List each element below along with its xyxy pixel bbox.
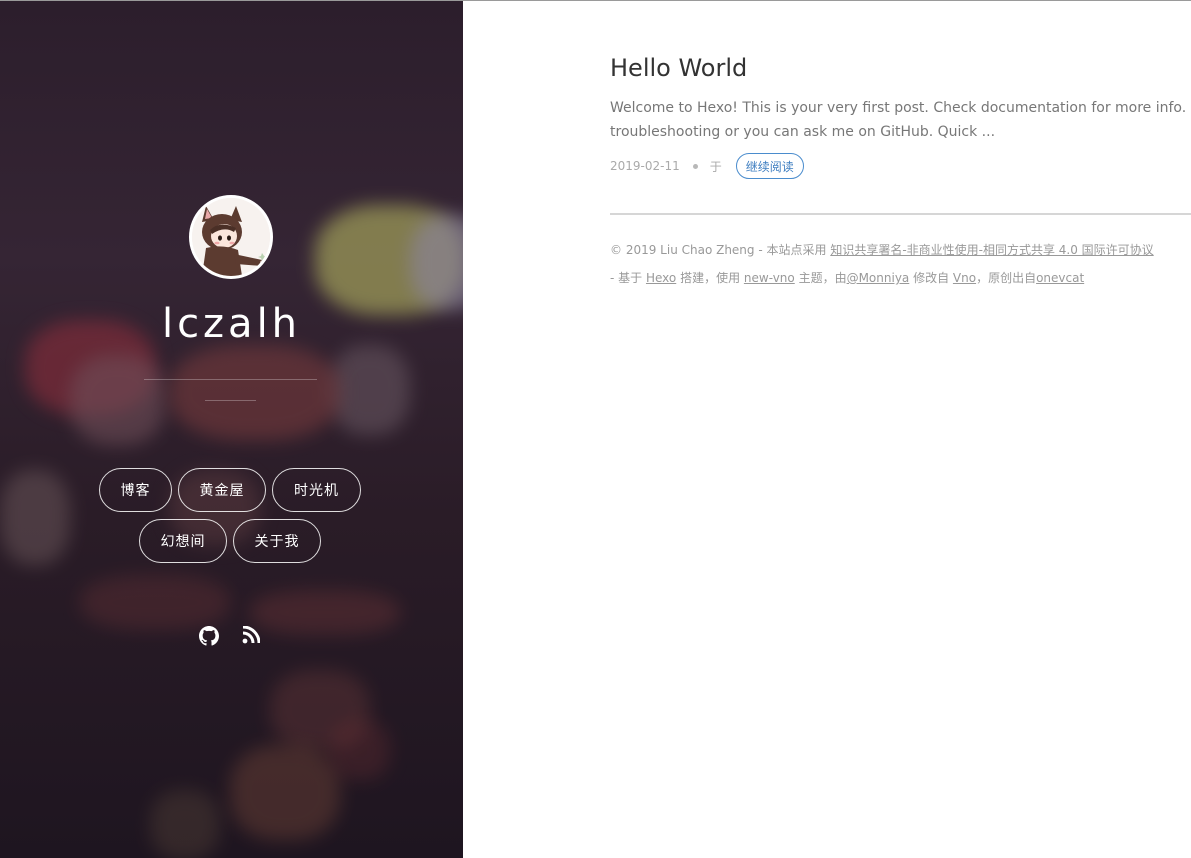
license-link[interactable]: 知识共享署名-非商业性使用-相同方式共享 4.0 国际许可协议 [830,243,1153,257]
nav-button-about-me[interactable]: 关于我 [233,519,321,563]
meta-separator-dot [692,163,698,169]
top-border [0,0,1191,1]
read-more-button[interactable]: 继续阅读 [735,153,804,179]
post-date: 2019-02-11 [610,159,680,173]
post-excerpt-line-2: troubleshooting or you can ask me on Git… [610,124,996,140]
post-excerpt: Welcome to Hexo! This is your very first… [610,96,1191,144]
post-meta: 2019-02-11 于 继续阅读 [610,152,804,180]
footer-copyright-text: © 2019 Liu Chao Zheng - 本站点采用 [610,243,831,257]
footer-divider [610,213,1191,215]
divider-long [144,379,317,380]
rss-icon-glyph [242,625,261,644]
nav-button-blog[interactable]: 博客 [99,468,172,512]
footer-credits-mid2: 主题，由 [794,271,847,285]
footer-credits-line: - 基于 Hexo 搭建，使用 new-vno 主题，由@Monniya 修改自… [610,269,1084,286]
footer-copyright-line: © 2019 Liu Chao Zheng - 本站点采用 知识共享署名-非商业… [610,241,1154,258]
footer-credits-mid3: 修改自 [909,271,953,285]
vno-link[interactable]: Vno [953,271,976,285]
monniya-link[interactable]: @Monniya [847,271,910,285]
sidebar-content: lczalh 博客 黄金屋 时光机 幻想间 关于我 [0,0,463,858]
main-content: Hello World Welcome to Hexo! This is you… [463,0,1191,858]
github-icon-glyph [199,626,219,646]
nav-button-golden-house[interactable]: 黄金屋 [178,468,266,512]
theme-link[interactable]: new-vno [744,271,795,285]
onevcat-link[interactable]: onevcat [1036,271,1084,285]
nav-button-time-machine[interactable]: 时光机 [272,468,361,512]
footer-credits-mid1: 搭建，使用 [676,271,744,285]
footer-credits-prefix: - 基于 [610,271,646,285]
avatar-illustration [192,198,270,276]
nav-button-fantasy-room[interactable]: 幻想间 [139,519,227,563]
hexo-link[interactable]: Hexo [646,271,676,285]
footer-credits-mid4: ，原创出自 [976,271,1037,285]
github-icon[interactable] [199,626,219,646]
site-title[interactable]: lczalh [0,296,463,352]
avatar[interactable] [189,195,273,279]
divider-short [205,400,256,401]
post-title[interactable]: Hello World [610,54,747,82]
post-meta-yu: 于 [709,159,722,174]
post-excerpt-line-1: Welcome to Hexo! This is your very first… [610,100,1191,116]
rss-icon[interactable] [242,625,262,646]
sidebar-panel: lczalh 博客 黄金屋 时光机 幻想间 关于我 [0,0,463,858]
page: lczalh 博客 黄金屋 时光机 幻想间 关于我 Hello World We… [0,0,1191,858]
